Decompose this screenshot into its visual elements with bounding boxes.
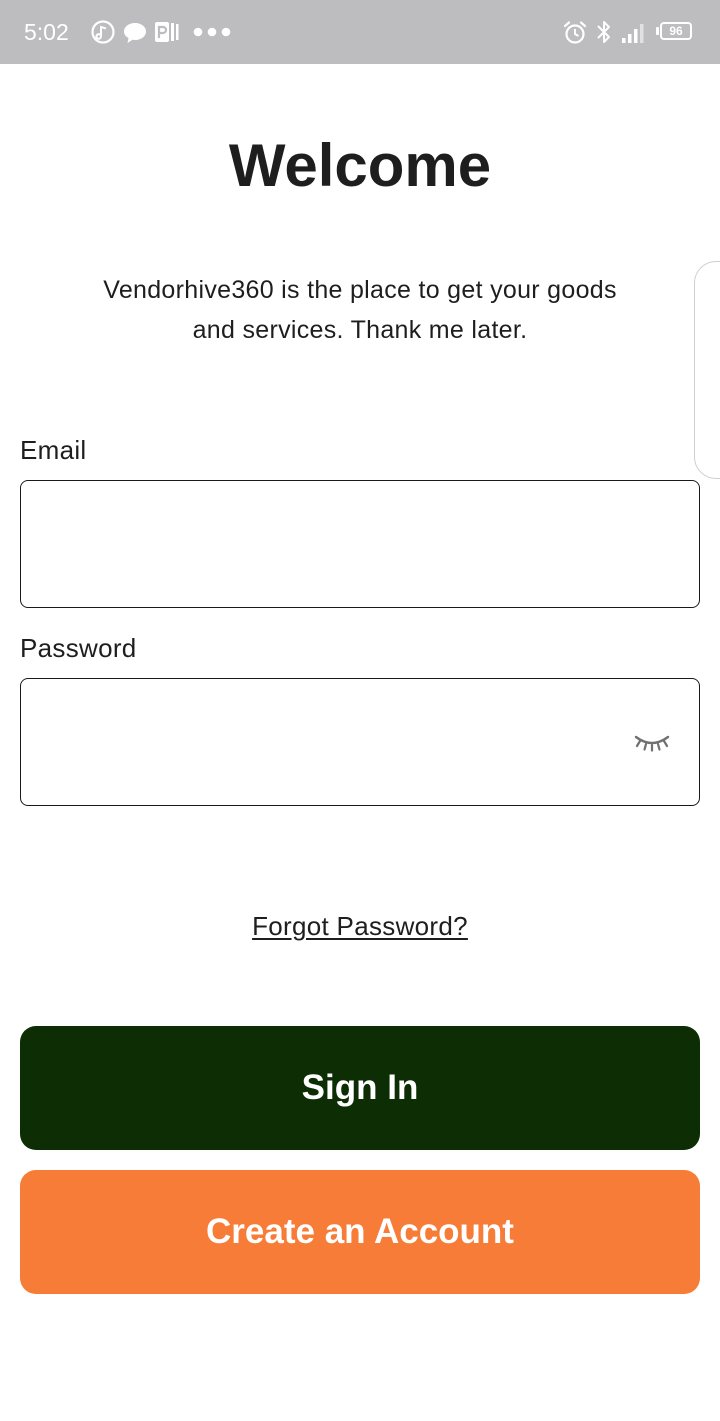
email-field[interactable]	[39, 481, 629, 607]
create-account-button[interactable]: Create an Account	[20, 1170, 700, 1294]
forgot-password-row: Forgot Password?	[0, 908, 720, 944]
subtitle-line-1: Vendorhive360 is the place to get your g…	[103, 276, 617, 304]
password-label: Password	[20, 633, 137, 663]
battery-icon: 96	[660, 22, 692, 40]
music-icon	[91, 20, 115, 44]
welcome-subtitle: Vendorhive360 is the place to get your g…	[60, 270, 660, 350]
forgot-password-link[interactable]: Forgot Password?	[252, 911, 468, 941]
email-label: Email	[20, 435, 87, 465]
alarm-icon	[563, 21, 587, 44]
battery-level: 96	[669, 24, 683, 38]
eye-closed-icon[interactable]	[633, 729, 671, 753]
email-field-container	[20, 480, 700, 608]
edge-panel-handle[interactable]	[694, 261, 720, 479]
password-field[interactable]	[39, 679, 629, 805]
parking-app-icon	[155, 22, 179, 42]
password-field-container	[20, 678, 700, 806]
sign-in-button[interactable]: Sign In	[20, 1026, 700, 1150]
more-dots-icon	[193, 27, 231, 37]
page-title: Welcome	[228, 132, 492, 199]
status-bar: 5:02 96	[0, 0, 720, 64]
chat-bubble-icon	[124, 23, 146, 43]
battery-nub	[656, 27, 659, 35]
status-time: 5:02	[24, 19, 69, 45]
signal-icon	[622, 24, 644, 43]
subtitle-line-2: and services. Thank me later.	[192, 316, 528, 344]
bluetooth-icon	[597, 21, 610, 43]
